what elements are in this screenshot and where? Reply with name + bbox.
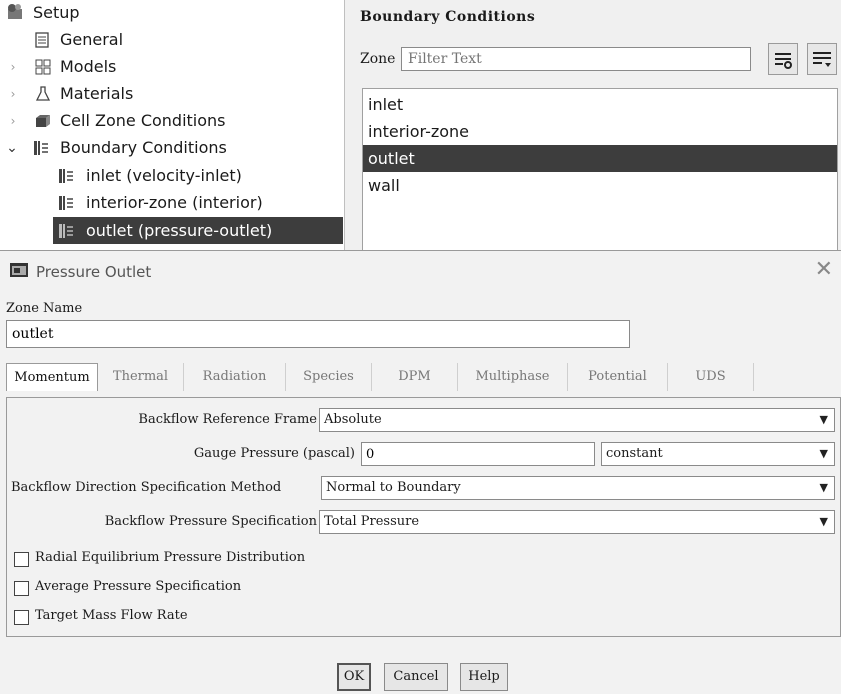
dropdown-arrow-icon: ▼ <box>819 515 828 528</box>
zone-name-label: Zone Name <box>6 301 83 316</box>
flask-icon <box>35 86 51 101</box>
window-icon <box>10 263 28 277</box>
tree-item-boundary-conditions[interactable]: ⌄ Boundary Conditions <box>0 135 344 161</box>
tree-label-materials: Materials <box>60 84 134 103</box>
tree-item-materials[interactable]: › Materials <box>0 81 344 107</box>
ok-button[interactable]: OK <box>337 663 371 691</box>
backflow-pressure-label: Backflow Pressure Specification <box>104 514 317 529</box>
tree-label-interior: interior-zone (interior) <box>86 193 263 212</box>
tab-momentum[interactable]: Momentum <box>6 363 98 391</box>
chevron-right-icon[interactable]: › <box>7 108 19 134</box>
help-button[interactable]: Help <box>460 663 508 691</box>
dropdown-arrow-icon: ▼ <box>819 413 828 426</box>
tree-item-outlet[interactable]: outlet (pressure-outlet) <box>53 217 343 244</box>
tab-multiphase[interactable]: Multiphase <box>458 363 568 391</box>
setup-icon <box>8 4 22 19</box>
chevron-down-icon[interactable]: ⌄ <box>6 135 18 161</box>
filter-settings-icon <box>775 53 792 69</box>
chevron-right-icon[interactable]: › <box>7 81 19 107</box>
tree-item-general[interactable]: General <box>0 27 344 53</box>
boundary-icon <box>59 169 73 183</box>
outline-tree: Setup General › Models › Materials › Cel… <box>0 0 345 250</box>
dropdown-arrow-icon: ▼ <box>819 481 828 494</box>
gauge-pressure-label: Gauge Pressure (pascal) <box>193 446 355 461</box>
chevron-right-icon[interactable]: › <box>7 54 19 80</box>
tree-label-inlet: inlet (velocity-inlet) <box>86 166 242 185</box>
gauge-pressure-input[interactable] <box>361 442 595 466</box>
tree-item-cell-zone-conditions[interactable]: › Cell Zone Conditions <box>0 108 344 134</box>
tree-item-setup[interactable]: Setup <box>0 0 344 26</box>
boundary-conditions-panel: Boundary Conditions Zone inlet interior-… <box>345 0 841 250</box>
zone-item-wall[interactable]: wall <box>363 172 837 199</box>
dialog-title: Pressure Outlet <box>36 263 152 281</box>
zone-list: inlet interior-zone outlet wall <box>362 88 838 250</box>
target-mass-flow-checkbox[interactable] <box>14 610 29 625</box>
backflow-direction-value: Normal to Boundary <box>326 480 461 495</box>
boundary-icon <box>34 141 48 155</box>
tree-label-outlet: outlet (pressure-outlet) <box>86 221 273 240</box>
momentum-panel: Backflow Reference Frame Absolute ▼ Gaug… <box>6 397 841 637</box>
general-icon <box>35 32 49 48</box>
tree-label-setup: Setup <box>33 3 80 22</box>
backflow-direction-label: Backflow Direction Specification Method <box>11 480 282 495</box>
zone-item-inlet[interactable]: inlet <box>363 91 837 118</box>
tab-uds[interactable]: UDS <box>668 363 754 391</box>
backflow-ref-frame-label: Backflow Reference Frame <box>138 412 317 427</box>
models-icon <box>35 59 51 75</box>
close-icon[interactable]: ✕ <box>815 257 833 282</box>
backflow-pressure-value: Total Pressure <box>324 514 420 529</box>
radial-equilibrium-label: Radial Equilibrium Pressure Distribution <box>35 550 306 565</box>
panel-title: Boundary Conditions <box>360 9 536 25</box>
zone-label: Zone <box>360 51 396 67</box>
pressure-outlet-dialog: Pressure Outlet ✕ Zone Name Momentum The… <box>0 250 841 694</box>
cancel-button[interactable]: Cancel <box>384 663 448 691</box>
zone-item-interior-zone[interactable]: interior-zone <box>363 118 837 145</box>
backflow-pressure-select[interactable]: Total Pressure ▼ <box>319 510 835 534</box>
dropdown-arrow-icon: ▼ <box>819 447 828 460</box>
tree-label-general: General <box>60 30 124 49</box>
target-mass-flow-label: Target Mass Flow Rate <box>35 608 188 623</box>
tab-radiation[interactable]: Radiation <box>184 363 286 391</box>
zone-filter-input[interactable] <box>401 47 751 71</box>
tree-label-cell-zone: Cell Zone Conditions <box>60 111 226 130</box>
tree-item-interior-zone[interactable]: interior-zone (interior) <box>53 190 343 216</box>
tree-label-models: Models <box>60 57 117 76</box>
radial-equilibrium-checkbox[interactable] <box>14 552 29 567</box>
backflow-ref-frame-value: Absolute <box>324 412 382 427</box>
boundary-icon <box>59 196 73 210</box>
cell-zone-icon <box>36 115 50 127</box>
gauge-pressure-method-select[interactable]: constant ▼ <box>601 442 835 466</box>
gauge-pressure-method-value: constant <box>606 446 663 461</box>
tree-item-inlet[interactable]: inlet (velocity-inlet) <box>53 163 343 189</box>
boundary-icon <box>59 224 73 238</box>
filter-menu-button[interactable] <box>807 43 837 75</box>
zone-name-input[interactable] <box>6 320 630 348</box>
backflow-direction-select[interactable]: Normal to Boundary ▼ <box>321 476 835 500</box>
tab-thermal[interactable]: Thermal <box>98 363 184 391</box>
average-pressure-checkbox[interactable] <box>14 581 29 596</box>
tab-species[interactable]: Species <box>286 363 372 391</box>
filter-options-button[interactable] <box>768 43 798 75</box>
filter-list-icon <box>813 52 831 67</box>
average-pressure-label: Average Pressure Specification <box>35 579 242 594</box>
zone-item-outlet[interactable]: outlet <box>363 145 837 172</box>
tree-item-models[interactable]: › Models <box>0 54 344 80</box>
tab-potential[interactable]: Potential <box>568 363 668 391</box>
tree-label-boundary: Boundary Conditions <box>60 138 227 157</box>
backflow-ref-frame-select[interactable]: Absolute ▼ <box>319 408 835 432</box>
tab-dpm[interactable]: DPM <box>372 363 458 391</box>
